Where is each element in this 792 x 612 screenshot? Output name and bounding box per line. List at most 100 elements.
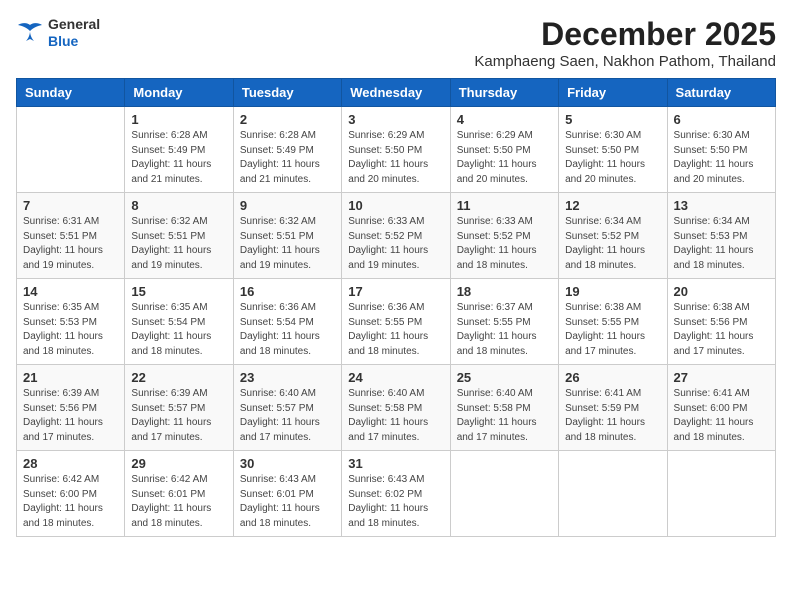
calendar-week-row: 21Sunrise: 6:39 AM Sunset: 5:56 PM Dayli… [17,365,776,451]
calendar-cell: 6Sunrise: 6:30 AM Sunset: 5:50 PM Daylig… [667,107,775,193]
calendar-cell: 15 Sunrise: 6:35 AM Sunset: 5:54 PM Dayli… [125,279,233,365]
calendar-cell: 21Sunrise: 6:39 AM Sunset: 5:56 PM Dayli… [17,365,125,451]
calendar-header-wednesday: Wednesday [342,79,450,107]
calendar-cell: 12 Sunrise: 6:34 AM Sunset: 5:52 PM Dayli… [559,193,667,279]
day-number: 10 [348,198,443,213]
logo-bird-icon [16,21,44,45]
day-info: Sunrise: 6:32 AM Sunset: 5:51 PM Dayligh… [131,215,226,273]
calendar-week-row: 7 Sunrise: 6:31 AM Sunset: 5:51 PM Daylig… [17,193,776,279]
calendar-cell: 25 Sunrise: 6:40 AM Sunset: 5:58 PM Dayli… [450,365,558,451]
calendar-header-thursday: Thursday [450,79,558,107]
day-number: 17 [348,284,443,299]
calendar-cell: 2 Sunrise: 6:28 AM Sunset: 5:49 PM Daylig… [233,107,341,193]
day-info: Sunrise: 6:41 AM Sunset: 6:00 PM Dayligh… [674,387,769,445]
day-number: 16 [240,284,335,299]
day-number: 9 [240,198,335,213]
logo-general: General [48,16,100,33]
day-info: Sunrise: 6:43 AM Sunset: 6:02 PM Dayligh… [348,473,443,531]
calendar-cell: 14 Sunrise: 6:35 AM Sunset: 5:53 PM Dayli… [17,279,125,365]
day-number: 8 [131,198,226,213]
day-number: 1 [131,112,226,127]
day-info: Sunrise: 6:28 AM Sunset: 5:49 PM Dayligh… [131,129,226,187]
day-info: Sunrise: 6:39 AM Sunset: 5:57 PM Dayligh… [131,387,226,445]
day-info: Sunrise: 6:40 AM Sunset: 5:58 PM Dayligh… [457,387,552,445]
calendar-cell: 29 Sunrise: 6:42 AM Sunset: 6:01 PM Dayli… [125,451,233,537]
day-number: 28 [23,456,118,471]
day-info: Sunrise: 6:32 AM Sunset: 5:51 PM Dayligh… [240,215,335,273]
day-number: 5 [565,112,660,127]
day-number: 24 [348,370,443,385]
calendar-header-monday: Monday [125,79,233,107]
day-info: Sunrise: 6:33 AM Sunset: 5:52 PM Dayligh… [348,215,443,273]
day-number: 11 [457,198,552,213]
day-info: Sunrise: 6:38 AM Sunset: 5:56 PM Dayligh… [674,301,769,359]
day-info: Sunrise: 6:36 AM Sunset: 5:54 PM Dayligh… [240,301,335,359]
day-info: Sunrise: 6:29 AM Sunset: 5:50 PM Dayligh… [457,129,552,187]
calendar-cell: 23 Sunrise: 6:40 AM Sunset: 5:57 PM Dayli… [233,365,341,451]
day-number: 29 [131,456,226,471]
calendar-cell: 30 Sunrise: 6:43 AM Sunset: 6:01 PM Dayli… [233,451,341,537]
calendar-week-row: 28 Sunrise: 6:42 AM Sunset: 6:00 PM Dayli… [17,451,776,537]
calendar-cell: 7 Sunrise: 6:31 AM Sunset: 5:51 PM Daylig… [17,193,125,279]
day-number: 7 [23,198,118,213]
day-info: Sunrise: 6:30 AM Sunset: 5:50 PM Dayligh… [565,129,660,187]
calendar-cell [559,451,667,537]
day-number: 3 [348,112,443,127]
calendar-cell: 10 Sunrise: 6:33 AM Sunset: 5:52 PM Dayli… [342,193,450,279]
calendar-cell: 1 Sunrise: 6:28 AM Sunset: 5:49 PM Daylig… [125,107,233,193]
logo-text: General Blue [48,16,100,50]
title-block: December 2025 Kamphaeng Saen, Nakhon Pat… [474,16,776,70]
calendar-cell: 11Sunrise: 6:33 AM Sunset: 5:52 PM Dayli… [450,193,558,279]
calendar-cell: 13 Sunrise: 6:34 AM Sunset: 5:53 PM Dayli… [667,193,775,279]
calendar-cell: 24Sunrise: 6:40 AM Sunset: 5:58 PM Dayli… [342,365,450,451]
calendar-cell: 26Sunrise: 6:41 AM Sunset: 5:59 PM Dayli… [559,365,667,451]
calendar-cell: 16 Sunrise: 6:36 AM Sunset: 5:54 PM Dayli… [233,279,341,365]
calendar-cell: 27Sunrise: 6:41 AM Sunset: 6:00 PM Dayli… [667,365,775,451]
calendar-cell: 31 Sunrise: 6:43 AM Sunset: 6:02 PM Dayli… [342,451,450,537]
day-info: Sunrise: 6:42 AM Sunset: 6:01 PM Dayligh… [131,473,226,531]
calendar-cell: 17 Sunrise: 6:36 AM Sunset: 5:55 PM Dayli… [342,279,450,365]
day-number: 31 [348,456,443,471]
day-number: 12 [565,198,660,213]
calendar-table: SundayMondayTuesdayWednesdayThursdayFrid… [16,78,776,537]
day-number: 14 [23,284,118,299]
day-info: Sunrise: 6:35 AM Sunset: 5:54 PM Dayligh… [131,301,226,359]
day-info: Sunrise: 6:37 AM Sunset: 5:55 PM Dayligh… [457,301,552,359]
day-number: 15 [131,284,226,299]
calendar-header-saturday: Saturday [667,79,775,107]
calendar-cell: 28 Sunrise: 6:42 AM Sunset: 6:00 PM Dayli… [17,451,125,537]
day-number: 30 [240,456,335,471]
main-title: December 2025 [474,16,776,53]
page-header: General Blue December 2025 Kamphaeng Sae… [16,16,776,70]
day-info: Sunrise: 6:36 AM Sunset: 5:55 PM Dayligh… [348,301,443,359]
day-info: Sunrise: 6:31 AM Sunset: 5:51 PM Dayligh… [23,215,118,273]
day-number: 2 [240,112,335,127]
day-info: Sunrise: 6:34 AM Sunset: 5:53 PM Dayligh… [674,215,769,273]
calendar-cell: 3Sunrise: 6:29 AM Sunset: 5:50 PM Daylig… [342,107,450,193]
calendar-cell: 20 Sunrise: 6:38 AM Sunset: 5:56 PM Dayli… [667,279,775,365]
day-number: 26 [565,370,660,385]
day-number: 19 [565,284,660,299]
day-number: 23 [240,370,335,385]
day-info: Sunrise: 6:28 AM Sunset: 5:49 PM Dayligh… [240,129,335,187]
day-number: 22 [131,370,226,385]
calendar-cell: 9 Sunrise: 6:32 AM Sunset: 5:51 PM Daylig… [233,193,341,279]
day-number: 6 [674,112,769,127]
day-number: 20 [674,284,769,299]
calendar-cell: 4Sunrise: 6:29 AM Sunset: 5:50 PM Daylig… [450,107,558,193]
day-number: 18 [457,284,552,299]
day-number: 13 [674,198,769,213]
day-info: Sunrise: 6:34 AM Sunset: 5:52 PM Dayligh… [565,215,660,273]
day-number: 25 [457,370,552,385]
day-info: Sunrise: 6:35 AM Sunset: 5:53 PM Dayligh… [23,301,118,359]
subtitle: Kamphaeng Saen, Nakhon Pathom, Thailand [474,53,776,70]
day-info: Sunrise: 6:42 AM Sunset: 6:00 PM Dayligh… [23,473,118,531]
calendar-week-row: 14 Sunrise: 6:35 AM Sunset: 5:53 PM Dayli… [17,279,776,365]
calendar-cell [17,107,125,193]
day-info: Sunrise: 6:39 AM Sunset: 5:56 PM Dayligh… [23,387,118,445]
day-info: Sunrise: 6:43 AM Sunset: 6:01 PM Dayligh… [240,473,335,531]
day-info: Sunrise: 6:40 AM Sunset: 5:57 PM Dayligh… [240,387,335,445]
calendar-cell [450,451,558,537]
logo: General Blue [16,16,100,50]
calendar-cell: 18 Sunrise: 6:37 AM Sunset: 5:55 PM Dayli… [450,279,558,365]
